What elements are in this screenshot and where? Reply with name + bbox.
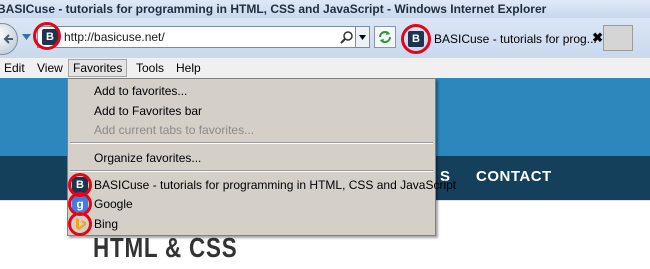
menu-view[interactable]: View <box>33 60 67 76</box>
search-icon[interactable] <box>340 30 354 44</box>
menu-edit[interactable]: Edit <box>0 60 29 76</box>
page-heading: HTML & CSS <box>93 232 238 263</box>
favorite-link-bing[interactable]: Bing <box>94 217 118 231</box>
address-input[interactable] <box>64 29 314 45</box>
tab-favicon-highlight-ring <box>401 24 431 54</box>
favorites-menu: Add to favorites... Add to Favorites bar… <box>67 78 456 236</box>
title-bar: BASICuse - tutorials for programming in … <box>0 0 650 19</box>
window-title: BASICuse - tutorials for programming in … <box>0 2 547 16</box>
add-current-tabs-item: Add current tabs to favorites... <box>94 123 255 137</box>
bing-icon-highlight-ring <box>68 212 92 236</box>
menu-bar: Edit View Favorites Tools Help <box>0 58 650 79</box>
menu-separator <box>70 170 433 172</box>
chevron-down-icon <box>359 34 366 40</box>
refresh-icon <box>379 31 391 43</box>
back-arrow-icon <box>3 34 13 44</box>
refresh-button[interactable] <box>374 26 396 48</box>
back-button[interactable] <box>0 23 18 55</box>
new-tab-button[interactable] <box>603 25 633 51</box>
menu-help[interactable]: Help <box>172 60 205 76</box>
tab-title: BASICuse - tutorials for prog... <box>434 32 597 46</box>
menu-tools[interactable]: Tools <box>132 60 168 76</box>
address-bar[interactable]: B <box>37 26 357 48</box>
recent-pages-dropdown-icon[interactable] <box>22 34 31 40</box>
close-tab-icon[interactable]: ✖ <box>592 30 603 46</box>
favicon-highlight-ring <box>33 22 61 50</box>
address-dropdown-button[interactable] <box>355 26 370 48</box>
menu-separator <box>70 142 433 144</box>
add-to-favorites-item[interactable]: Add to favorites... <box>94 84 187 98</box>
add-to-favorites-bar-item[interactable]: Add to Favorites bar <box>94 104 202 118</box>
menu-favorites[interactable]: Favorites <box>68 59 128 77</box>
site-nav-contact[interactable]: CONTACT <box>476 168 552 185</box>
favorite-link-basicuse[interactable]: BASICuse - tutorials for programming in … <box>94 178 456 192</box>
organize-favorites-item[interactable]: Organize favorites... <box>94 151 201 165</box>
navigation-bar: B B BASICuse - tutorials for prog... ✖ <box>0 18 650 58</box>
favorite-link-google[interactable]: Google <box>94 197 133 211</box>
